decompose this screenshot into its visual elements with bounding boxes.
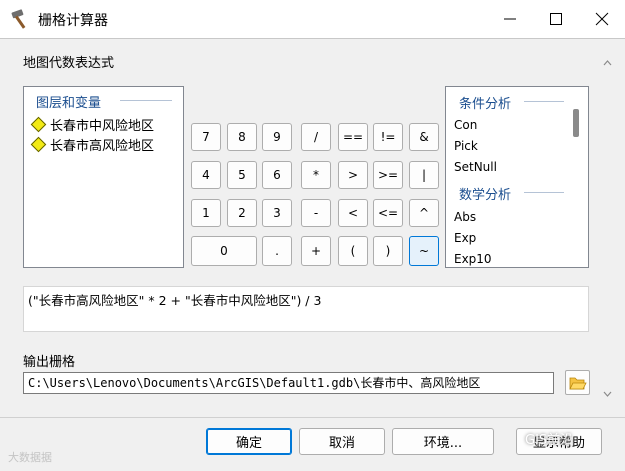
- expression-input[interactable]: ("长春市高风险地区" * 2 + "长春市中风险地区") / 3: [23, 286, 589, 332]
- ok-button[interactable]: 确定: [206, 428, 292, 455]
- key-decimal[interactable]: .: [262, 236, 292, 266]
- key-minus[interactable]: -: [301, 199, 331, 227]
- layers-heading: 图层和变量: [36, 96, 102, 111]
- section-label: 地图代数表达式: [23, 56, 115, 71]
- key-4[interactable]: 4: [191, 161, 221, 189]
- layer-label: 长春市高风险地区: [50, 138, 155, 154]
- function-item[interactable]: Pick: [454, 139, 478, 153]
- heading-divider: [524, 101, 564, 102]
- expression-text: ("长春市高风险地区" * 2 + "长春市中风险地区") / 3: [28, 293, 322, 308]
- key-1[interactable]: 1: [191, 199, 221, 227]
- close-icon: [595, 12, 609, 26]
- key-plus[interactable]: +: [301, 236, 331, 266]
- output-raster-field[interactable]: C:\Users\Lenovo\Documents\ArcGIS\Default…: [23, 372, 554, 394]
- function-item[interactable]: Abs: [454, 210, 476, 224]
- watermark-right: GIS前沿: [525, 433, 574, 448]
- layer-item[interactable]: 长春市中风险地区: [30, 114, 154, 134]
- close-button[interactable]: [579, 0, 625, 38]
- output-label: 输出栅格: [23, 355, 76, 370]
- layers-list[interactable]: 图层和变量 长春市中风险地区 长春市高风险地区: [23, 86, 184, 268]
- hammer-icon: [11, 9, 26, 29]
- key-less[interactable]: <: [338, 199, 368, 227]
- key-less-equal[interactable]: <=: [373, 199, 403, 227]
- key-not[interactable]: ~: [409, 236, 439, 266]
- heading-divider: [524, 192, 564, 193]
- key-or[interactable]: |: [409, 161, 439, 189]
- list-scroll-thumb[interactable]: [573, 109, 579, 137]
- dialog-scrollbar[interactable]: [599, 45, 616, 406]
- key-7[interactable]: 7: [191, 123, 221, 151]
- key-6[interactable]: 6: [262, 161, 292, 189]
- raster-layer-icon: [30, 116, 47, 132]
- key-xor[interactable]: ^: [409, 199, 439, 227]
- key-divide[interactable]: /: [301, 123, 331, 151]
- function-group-heading: 数学分析: [459, 188, 512, 203]
- function-group-heading: 条件分析: [459, 97, 512, 112]
- maximize-button[interactable]: [533, 0, 579, 38]
- layer-label: 长春市中风险地区: [50, 118, 155, 134]
- title-bar: 栅格计算器: [0, 0, 625, 38]
- key-equal[interactable]: ==: [338, 123, 368, 151]
- cancel-button[interactable]: 取消: [299, 428, 385, 455]
- key-2[interactable]: 2: [227, 199, 257, 227]
- function-item[interactable]: Exp: [454, 231, 476, 245]
- function-item[interactable]: Con: [454, 118, 477, 132]
- heading-divider: [120, 100, 172, 101]
- functions-list[interactable]: 条件分析 Con Pick SetNull 数学分析 Abs Exp Exp10: [445, 86, 589, 268]
- key-not-equal[interactable]: !=: [373, 123, 403, 151]
- environments-button[interactable]: 环境...: [392, 428, 494, 455]
- key-multiply[interactable]: *: [301, 161, 331, 189]
- key-9[interactable]: 9: [262, 123, 292, 151]
- key-5[interactable]: 5: [227, 161, 257, 189]
- key-8[interactable]: 8: [227, 123, 257, 151]
- scroll-down-icon[interactable]: [603, 389, 612, 398]
- minimize-button[interactable]: [487, 0, 533, 38]
- key-close-paren[interactable]: ): [373, 236, 403, 266]
- browse-button[interactable]: [565, 370, 590, 395]
- window-title: 栅格计算器: [38, 13, 108, 29]
- key-0[interactable]: 0: [191, 236, 257, 266]
- key-3[interactable]: 3: [262, 199, 292, 227]
- key-and[interactable]: &: [409, 123, 439, 151]
- raster-layer-icon: [30, 136, 47, 152]
- key-greater[interactable]: >: [338, 161, 368, 189]
- watermark-left: 大数据据: [8, 451, 52, 464]
- maximize-icon: [550, 13, 562, 25]
- key-greater-equal[interactable]: >=: [373, 161, 403, 189]
- minimize-icon: [504, 18, 516, 20]
- key-open-paren[interactable]: (: [338, 236, 368, 266]
- footer-divider: [0, 417, 625, 418]
- function-item[interactable]: Exp10: [454, 252, 492, 266]
- open-folder-icon: [569, 377, 587, 390]
- function-item[interactable]: SetNull: [454, 160, 497, 174]
- layer-item[interactable]: 长春市高风险地区: [30, 134, 154, 154]
- scroll-up-icon[interactable]: [603, 59, 612, 68]
